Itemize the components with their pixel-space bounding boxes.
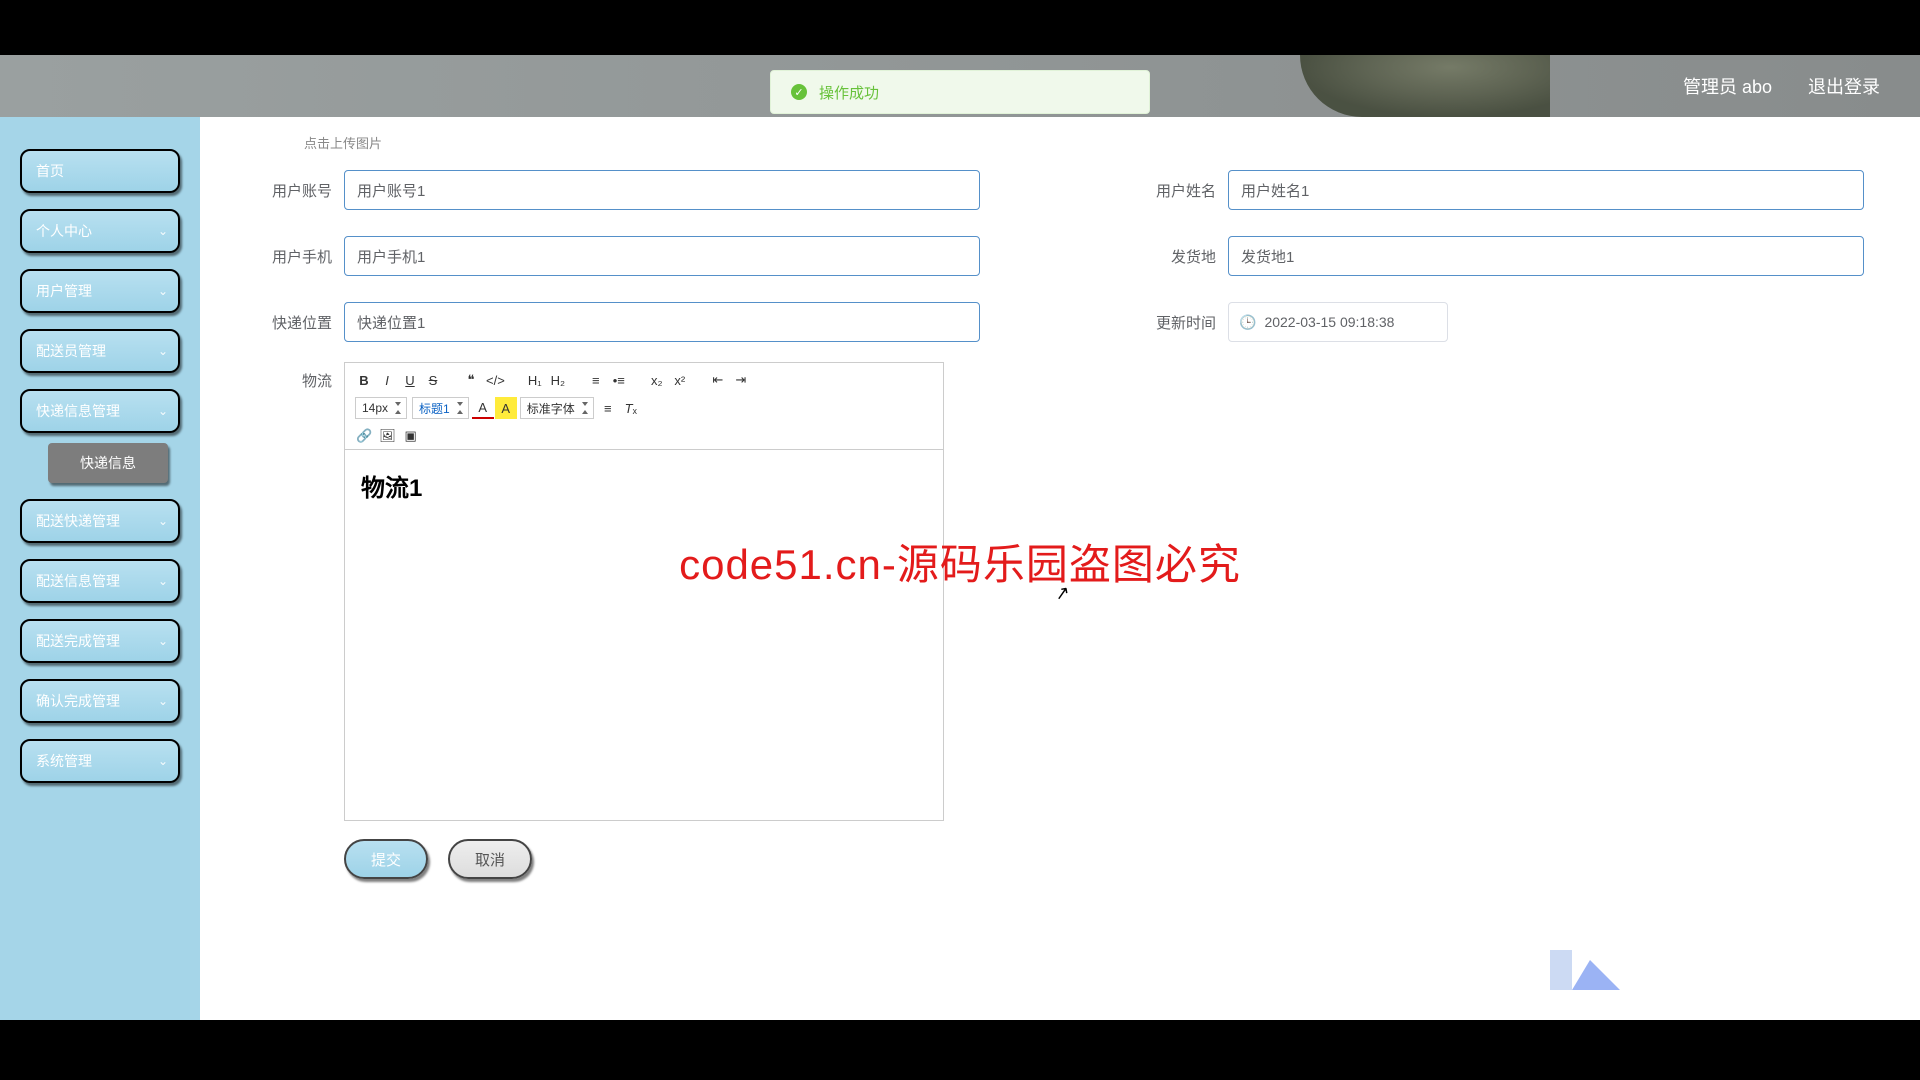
success-toast: ✓ 操作成功 — [770, 70, 1150, 114]
sidebar-item-delivery-info[interactable]: 配送信息管理 ⌄ — [20, 559, 180, 603]
update-time-value: 2022-03-15 09:18:38 — [1264, 314, 1394, 330]
editor-body[interactable]: 物流1 — [345, 450, 943, 820]
header-decoration — [1300, 55, 1550, 117]
check-icon: ✓ — [791, 84, 807, 100]
sidebar-item-label: 系统管理 — [36, 753, 92, 769]
sidebar-item-express-info[interactable]: 快递信息管理 ⌄ — [20, 389, 180, 433]
label-express-pos: 快递位置 — [256, 312, 332, 333]
ship-from-input[interactable] — [1228, 236, 1864, 276]
text-color-button[interactable]: A — [472, 397, 494, 419]
express-pos-input[interactable] — [344, 302, 980, 342]
chevron-down-icon: ⌄ — [158, 694, 168, 708]
chevron-down-icon: ⌄ — [158, 224, 168, 238]
unordered-list-button[interactable]: •≡ — [608, 369, 630, 391]
clock-icon: 🕒 — [1239, 314, 1256, 331]
font-family-select[interactable]: 标准字体 — [520, 397, 594, 419]
sidebar-item-label: 确认完成管理 — [36, 693, 120, 709]
ordered-list-button[interactable]: ≡ — [585, 369, 607, 391]
label-user-phone: 用户手机 — [256, 246, 332, 267]
label-ship-from: 发货地 — [1140, 246, 1216, 267]
sidebar-item-label: 配送完成管理 — [36, 633, 120, 649]
corner-logo — [1550, 940, 1620, 990]
heading-select[interactable]: 标题1 — [412, 397, 469, 419]
sidebar-item-profile[interactable]: 个人中心 ⌄ — [20, 209, 180, 253]
h1-button[interactable]: H₁ — [524, 369, 546, 391]
h2-button[interactable]: H₂ — [547, 369, 569, 391]
font-size-select[interactable]: 14px — [355, 397, 407, 419]
sidebar-item-label: 快递信息管理 — [36, 403, 120, 419]
user-account-input[interactable] — [344, 170, 980, 210]
sidebar-item-home[interactable]: 首页 — [20, 149, 180, 193]
sidebar-item-system[interactable]: 系统管理 ⌄ — [20, 739, 180, 783]
label-logistics: 物流 — [256, 362, 332, 821]
sidebar-item-label: 配送快递管理 — [36, 513, 120, 529]
admin-label: 管理员 abo — [1683, 73, 1772, 99]
label-user-account: 用户账号 — [256, 180, 332, 201]
cancel-button[interactable]: 取消 — [448, 839, 532, 879]
sidebar-item-delivery-done[interactable]: 配送完成管理 ⌄ — [20, 619, 180, 663]
code-button[interactable]: </> — [483, 369, 508, 391]
chevron-down-icon: ⌄ — [158, 514, 168, 528]
label-update-time: 更新时间 — [1140, 312, 1216, 333]
sidebar-item-label: 配送信息管理 — [36, 573, 120, 589]
sidebar-item-label: 配送员管理 — [36, 343, 106, 359]
submit-button[interactable]: 提交 — [344, 839, 428, 879]
bg-color-button[interactable]: A — [495, 397, 517, 419]
update-time-picker[interactable]: 🕒 2022-03-15 09:18:38 — [1228, 302, 1448, 342]
upload-hint[interactable]: 点击上传图片 — [304, 133, 1864, 152]
sidebar-item-delivery-express[interactable]: 配送快递管理 ⌄ — [20, 499, 180, 543]
sidebar-subitem-express[interactable]: 快递信息 — [48, 443, 168, 483]
link-button[interactable]: 🔗 — [353, 425, 375, 447]
sidebar-item-label: 首页 — [36, 163, 64, 179]
chevron-down-icon: ⌄ — [158, 574, 168, 588]
chevron-down-icon: ⌄ — [158, 404, 168, 418]
sidebar-item-confirm-done[interactable]: 确认完成管理 ⌄ — [20, 679, 180, 723]
video-button[interactable]: ▣ — [400, 425, 422, 447]
underline-button[interactable]: U — [399, 369, 421, 391]
strike-button[interactable]: S — [422, 369, 444, 391]
clear-format-button[interactable]: Tₓ — [620, 397, 642, 419]
chevron-down-icon: ⌄ — [158, 344, 168, 358]
indent-button[interactable]: ⇥ — [730, 369, 752, 391]
outdent-button[interactable]: ⇤ — [707, 369, 729, 391]
main-content: 点击上传图片 用户账号 用户姓名 用户手机 发货地 快递位置 — [200, 117, 1920, 1020]
subscript-button[interactable]: x₂ — [646, 369, 668, 391]
sidebar-item-label: 用户管理 — [36, 283, 92, 299]
italic-button[interactable]: I — [376, 369, 398, 391]
chevron-down-icon: ⌄ — [158, 754, 168, 768]
label-user-name: 用户姓名 — [1140, 180, 1216, 201]
editor-toolbar: B I U S ❝ </> H₁ H₂ ≡ •≡ x₂ x² — [345, 363, 943, 450]
user-phone-input[interactable] — [344, 236, 980, 276]
align-button[interactable]: ≡ — [597, 397, 619, 419]
sidebar: 首页 个人中心 ⌄ 用户管理 ⌄ 配送员管理 ⌄ 快递信息管理 ⌄ 快递信息 配… — [0, 117, 200, 1020]
sidebar-item-courier[interactable]: 配送员管理 ⌄ — [20, 329, 180, 373]
image-button[interactable]: 🖼 — [376, 425, 399, 447]
bold-button[interactable]: B — [353, 369, 375, 391]
chevron-down-icon: ⌄ — [158, 634, 168, 648]
superscript-button[interactable]: x² — [669, 369, 691, 391]
logout-link[interactable]: 退出登录 — [1808, 73, 1880, 99]
toast-message: 操作成功 — [819, 82, 879, 103]
chevron-down-icon: ⌄ — [158, 284, 168, 298]
quote-button[interactable]: ❝ — [460, 369, 482, 391]
rich-text-editor[interactable]: B I U S ❝ </> H₁ H₂ ≡ •≡ x₂ x² — [344, 362, 944, 821]
user-name-input[interactable] — [1228, 170, 1864, 210]
sidebar-item-label: 个人中心 — [36, 223, 92, 239]
sidebar-item-users[interactable]: 用户管理 ⌄ — [20, 269, 180, 313]
